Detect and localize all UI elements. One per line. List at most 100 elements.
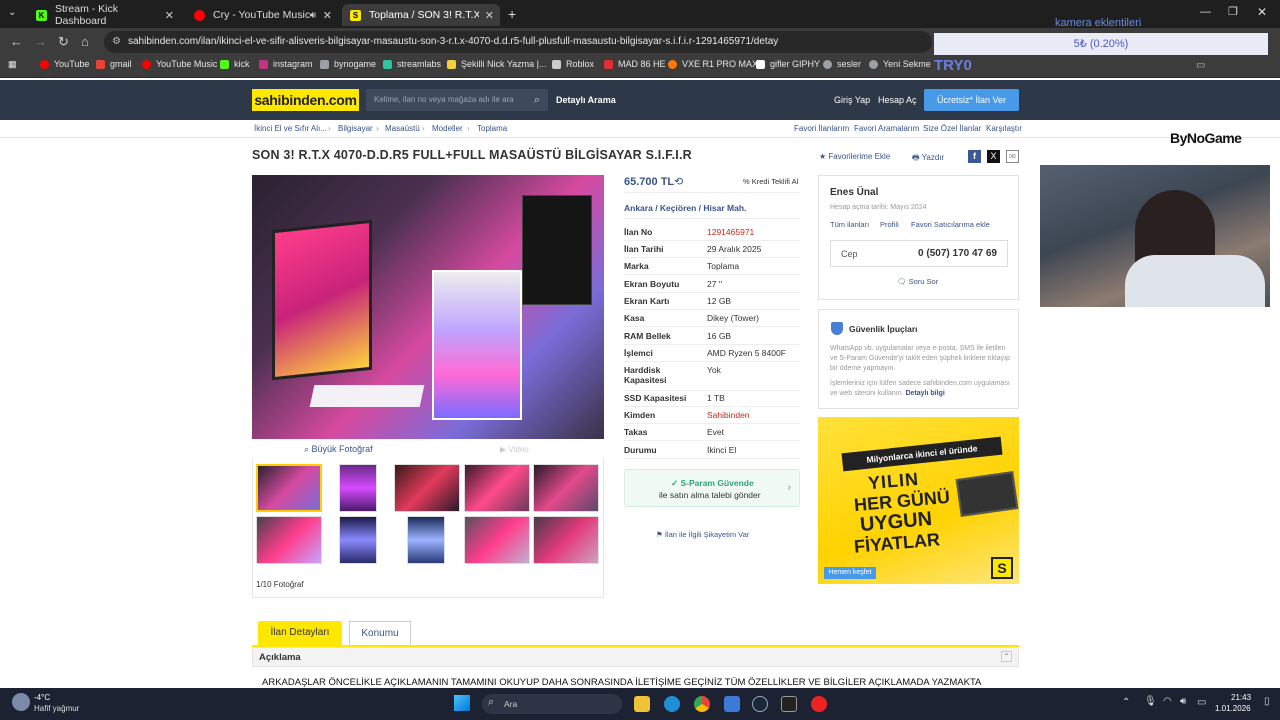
app-icon[interactable] bbox=[811, 696, 827, 712]
thumbnail[interactable] bbox=[339, 516, 377, 564]
breadcrumb-item[interactable]: Modeller bbox=[432, 124, 463, 133]
detailed-search-link[interactable]: Detaylı Arama bbox=[556, 95, 616, 105]
ad-discover-button[interactable]: Hemen keşfet bbox=[824, 567, 876, 579]
location-neighborhood[interactable]: Hisar Mah. bbox=[703, 203, 746, 213]
weather-icon[interactable] bbox=[12, 693, 30, 711]
address-bar[interactable]: ⚙ sahibinden.com/ilan/ikinci-el-ve-sifir… bbox=[104, 31, 932, 53]
breadcrumb-item[interactable]: İkinci El ve Sıfır Alı... bbox=[254, 124, 327, 133]
ask-question-link[interactable]: 🗨︎ Soru Sor bbox=[897, 277, 938, 286]
thumbnail[interactable] bbox=[339, 464, 377, 512]
tab-sahibinden[interactable]: S Toplama / SON 3! R.T.X 4070-D.D ✕ bbox=[342, 4, 500, 26]
tab-youtube-music[interactable]: Cry - YouTube Music 🔊︎ ✕ bbox=[186, 4, 338, 26]
tab-search-icon[interactable]: ⌄ bbox=[8, 7, 16, 18]
main-photo[interactable] bbox=[252, 175, 604, 439]
maximize-icon[interactable]: ❐ bbox=[1228, 5, 1238, 18]
bookmark-gmail[interactable]: gmail bbox=[96, 59, 132, 69]
reload-icon[interactable]: ↻ bbox=[58, 34, 69, 50]
seller-profile-link[interactable]: Profili bbox=[880, 220, 899, 229]
breadcrumb-item[interactable]: Bilgisayar bbox=[338, 124, 373, 133]
taskbar-search[interactable]: ⌕ Ara bbox=[482, 694, 622, 714]
credit-offer-link[interactable]: % Kredi Teklifi Al bbox=[743, 177, 798, 186]
bookmark-youtube[interactable]: YouTube bbox=[40, 59, 89, 69]
post-ad-button[interactable]: Ücretsiz* İlan Ver bbox=[924, 89, 1019, 111]
video-link[interactable]: ▶ Video bbox=[500, 445, 529, 454]
back-icon[interactable]: ← bbox=[10, 34, 23, 49]
site-logo[interactable]: sahibinden.com bbox=[252, 89, 359, 111]
bookmark-bynogame[interactable]: bynogame bbox=[320, 59, 376, 69]
facebook-icon[interactable]: f bbox=[968, 150, 981, 163]
seller-name[interactable]: Enes Ünal bbox=[830, 187, 878, 198]
start-icon[interactable] bbox=[454, 695, 470, 711]
window-close-icon[interactable]: ✕ bbox=[1257, 5, 1267, 19]
register-link[interactable]: Hesap Aç bbox=[878, 95, 917, 105]
seller-all-listings-link[interactable]: Tüm ilanları bbox=[830, 220, 869, 229]
add-favorite-link[interactable]: ★ Favorilerime Ekle bbox=[819, 152, 890, 161]
ad-banner[interactable]: Milyonlarca ikinci el üründe YILIN HER G… bbox=[818, 417, 1019, 584]
minimize-icon[interactable]: — bbox=[1200, 6, 1211, 18]
epic-games-icon[interactable] bbox=[781, 696, 797, 712]
breadcrumb-item[interactable]: Masaüstü bbox=[385, 124, 420, 133]
bookmark-sekilli-nick[interactable]: Şekilli Nick Yazma |... bbox=[447, 59, 547, 69]
bookmark-yeni-sekme[interactable]: Yeni Sekme bbox=[869, 59, 931, 69]
close-icon[interactable]: ✕ bbox=[485, 9, 494, 22]
bookmark-instagram[interactable]: instagram bbox=[259, 59, 313, 69]
sparam-box[interactable]: ✓ S-Param Güvende ile satın alma talebi … bbox=[624, 469, 800, 507]
location-city[interactable]: Ankara bbox=[624, 203, 653, 213]
thumbnail[interactable] bbox=[464, 516, 530, 564]
thumbnail[interactable] bbox=[394, 464, 460, 512]
big-photo-link[interactable]: ⌕ Büyük Fotoğraf bbox=[304, 444, 373, 455]
bookmark-mad86[interactable]: MAD 86 HE bbox=[604, 59, 666, 69]
apps-icon[interactable]: ▦ bbox=[8, 59, 17, 70]
safety-more-link[interactable]: Detaylı bilgi bbox=[906, 390, 945, 397]
thumbnail[interactable] bbox=[256, 516, 322, 564]
add-favorite-seller-link[interactable]: Favori Satıcılarıma ekle bbox=[911, 220, 990, 229]
site-info-icon[interactable]: ⚙ bbox=[112, 31, 121, 53]
thumbnail[interactable] bbox=[464, 464, 530, 512]
tab-location[interactable]: Konumu bbox=[349, 621, 411, 645]
collapse-icon[interactable]: ⌃ bbox=[1001, 651, 1012, 662]
notification-icon[interactable]: ▯ bbox=[1264, 696, 1270, 707]
close-icon[interactable]: ✕ bbox=[323, 9, 332, 22]
tab-listing-details[interactable]: İlan Detayları bbox=[258, 621, 342, 645]
thumbnail[interactable] bbox=[533, 464, 599, 512]
temperature[interactable]: -4°C bbox=[34, 693, 50, 702]
clock-time[interactable]: 21:43 bbox=[1231, 693, 1251, 702]
thumbnail[interactable] bbox=[256, 464, 322, 512]
bookmark-youtube-music[interactable]: YouTube Music bbox=[142, 59, 217, 69]
clock-date[interactable]: 1.01.2026 bbox=[1215, 704, 1251, 713]
close-icon[interactable]: ✕ bbox=[165, 9, 174, 22]
favorite-searches-link[interactable]: Favori Aramalarım bbox=[854, 124, 919, 133]
x-icon[interactable]: X bbox=[987, 150, 1000, 163]
location-district[interactable]: Keçiören bbox=[660, 203, 696, 213]
wifi-icon[interactable]: ◠ bbox=[1163, 696, 1172, 707]
search-input[interactable]: Kelime, ilan no veya mağaza adı ile ara … bbox=[366, 89, 548, 111]
bookmark-streamlabs[interactable]: streamlabs bbox=[383, 59, 441, 69]
weather-text[interactable]: Hafif yağmur bbox=[34, 704, 79, 713]
volume-icon[interactable]: 🔊︎ bbox=[1180, 696, 1186, 707]
email-icon[interactable]: ✉ bbox=[1006, 150, 1019, 163]
thumbnail[interactable] bbox=[407, 516, 445, 564]
phone-box[interactable]: Cep 0 (507) 170 47 69 bbox=[830, 240, 1008, 267]
battery-icon[interactable]: ▭ bbox=[1197, 697, 1206, 708]
forward-icon[interactable]: → bbox=[34, 34, 47, 49]
print-link[interactable]: 🖶︎ Yazdır bbox=[912, 152, 944, 166]
login-link[interactable]: Giriş Yap bbox=[834, 95, 870, 105]
bookmark-kick[interactable]: kick bbox=[220, 59, 250, 69]
store-icon[interactable] bbox=[724, 696, 740, 712]
edge-icon[interactable] bbox=[664, 696, 680, 712]
breadcrumb-item[interactable]: Toplama bbox=[477, 124, 507, 133]
bookmark-vxe[interactable]: VXE R1 PRO MAX bbox=[668, 59, 758, 69]
microphone-icon[interactable]: 🎙︎ bbox=[1144, 696, 1157, 707]
favorite-listings-link[interactable]: Favori İlanlarım bbox=[794, 124, 849, 133]
complaint-link[interactable]: ⚑ İlan ile İlgili Şikayetim Var bbox=[656, 530, 749, 539]
compare-link[interactable]: Karşılaştır bbox=[986, 124, 1022, 133]
bookmark-giphy[interactable]: gifler GIPHY bbox=[756, 59, 820, 69]
speaker-icon[interactable]: 🔊︎ bbox=[310, 10, 316, 21]
file-explorer-icon[interactable] bbox=[634, 696, 650, 712]
chevron-up-icon[interactable]: ⌃ bbox=[1122, 697, 1130, 708]
price-history-icon[interactable]: ⟲ bbox=[674, 175, 683, 188]
chrome-icon[interactable] bbox=[694, 696, 710, 712]
bookmark-roblox[interactable]: Roblox bbox=[552, 59, 594, 69]
detail-value[interactable]: 1291465971 bbox=[707, 227, 754, 237]
special-listings-link[interactable]: Size Özel İlanlar bbox=[923, 124, 981, 133]
